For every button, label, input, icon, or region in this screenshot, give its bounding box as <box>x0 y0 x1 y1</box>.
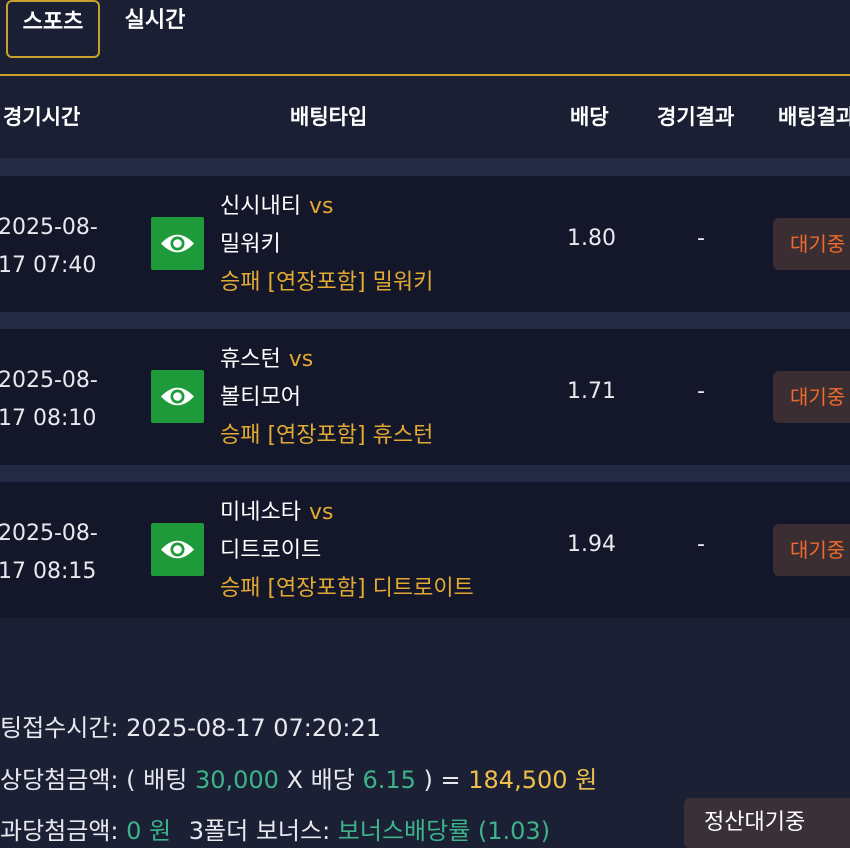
eye-icon <box>161 387 194 406</box>
tab-live[interactable]: 실시간 <box>118 0 192 58</box>
accept-time-value: 2025-08-17 07:20:21 <box>126 714 382 742</box>
table-row: 2025-08- 17 08:10 휴스턴 vs 볼티모어 승패 [연장포함] 휴스… <box>0 329 850 465</box>
bet-open-text: ( 배팅 <box>126 766 188 794</box>
status-badge: 대기중 <box>773 371 850 423</box>
accept-time-label: 팅접수시간: <box>0 714 119 742</box>
expected-payout-line: 상당첨금액: ( 배팅 30,000 X 배당 6.15 ) = 184,500… <box>0 760 597 795</box>
status-badge: 대기중 <box>773 524 850 576</box>
bet-amount: 30,000 <box>194 766 279 794</box>
accept-time-line: 팅접수시간: 2025-08-17 07:20:21 <box>0 708 381 743</box>
tab-sports[interactable]: 스포츠 <box>6 0 100 58</box>
game-result: - <box>697 226 705 251</box>
bonus-value: 보너스배당률 (1.03) <box>337 817 551 845</box>
home-team: 휴스턴 vs <box>220 347 314 372</box>
expected-payout: 184,500 원 <box>468 766 598 794</box>
away-team: 디트로이트 <box>220 538 322 563</box>
view-detail-button[interactable] <box>151 370 204 423</box>
view-detail-button[interactable] <box>151 523 204 576</box>
times-odds-text: X 배당 <box>286 766 355 794</box>
header-bet-result: 배팅결과 <box>778 105 850 129</box>
bet-pick: 승패 [연장포함] 휴스턴 <box>220 423 434 448</box>
expected-label: 상당첨금액: <box>0 766 119 794</box>
table-row: 2025-08- 17 07:40 신시내티 vs 밀워키 승패 [연장포함] 밀워… <box>0 176 850 312</box>
actual-label: 과당첨금액: <box>0 817 119 845</box>
row-divider <box>0 465 850 482</box>
total-odds: 6.15 <box>362 766 416 794</box>
table-row: 2025-08- 17 08:15 미네소타 vs 디트로이트 승패 [연장포함] … <box>0 482 850 618</box>
header-game-result: 경기결과 <box>657 105 735 129</box>
actual-payout-line: 과당첨금액: 0 원 3폴더 보너스: 보너스배당률 (1.03) <box>0 811 550 846</box>
home-team: 미네소타 vs <box>220 500 334 525</box>
game-result: - <box>697 379 705 404</box>
odds-value: 1.94 <box>567 532 616 557</box>
game-time: 2025-08- 17 08:10 <box>0 368 98 431</box>
header-bet-type: 배팅타입 <box>290 105 368 129</box>
row-divider <box>0 158 850 176</box>
row-divider <box>0 312 850 329</box>
game-result: - <box>697 532 705 557</box>
bonus-label: 3폴더 보너스: <box>188 817 331 845</box>
away-team: 밀워키 <box>220 232 281 257</box>
view-detail-button[interactable] <box>151 217 204 270</box>
game-time: 2025-08- 17 08:15 <box>0 521 98 584</box>
eye-icon <box>161 234 194 253</box>
home-team: 신시내티 vs <box>220 194 334 219</box>
settle-pending-button[interactable]: 정산대기중 <box>684 798 850 848</box>
status-badge: 대기중 <box>773 218 850 270</box>
odds-value: 1.80 <box>567 226 616 251</box>
actual-amount: 0 원 <box>126 817 172 845</box>
away-team: 볼티모어 <box>220 385 301 410</box>
eye-icon <box>161 540 194 559</box>
equals-text: ) = <box>423 766 461 794</box>
table-header: 경기시간 배팅타입 배당 경기결과 배팅결과 <box>0 76 850 158</box>
odds-value: 1.71 <box>567 379 616 404</box>
header-game-time: 경기시간 <box>3 105 81 129</box>
game-time: 2025-08- 17 07:40 <box>0 215 98 278</box>
header-odds: 배당 <box>570 105 609 129</box>
bet-pick: 승패 [연장포함] 밀워키 <box>220 270 434 295</box>
bet-pick: 승패 [연장포함] 디트로이트 <box>220 576 474 601</box>
tab-bar: 스포츠 실시간 <box>0 0 850 76</box>
